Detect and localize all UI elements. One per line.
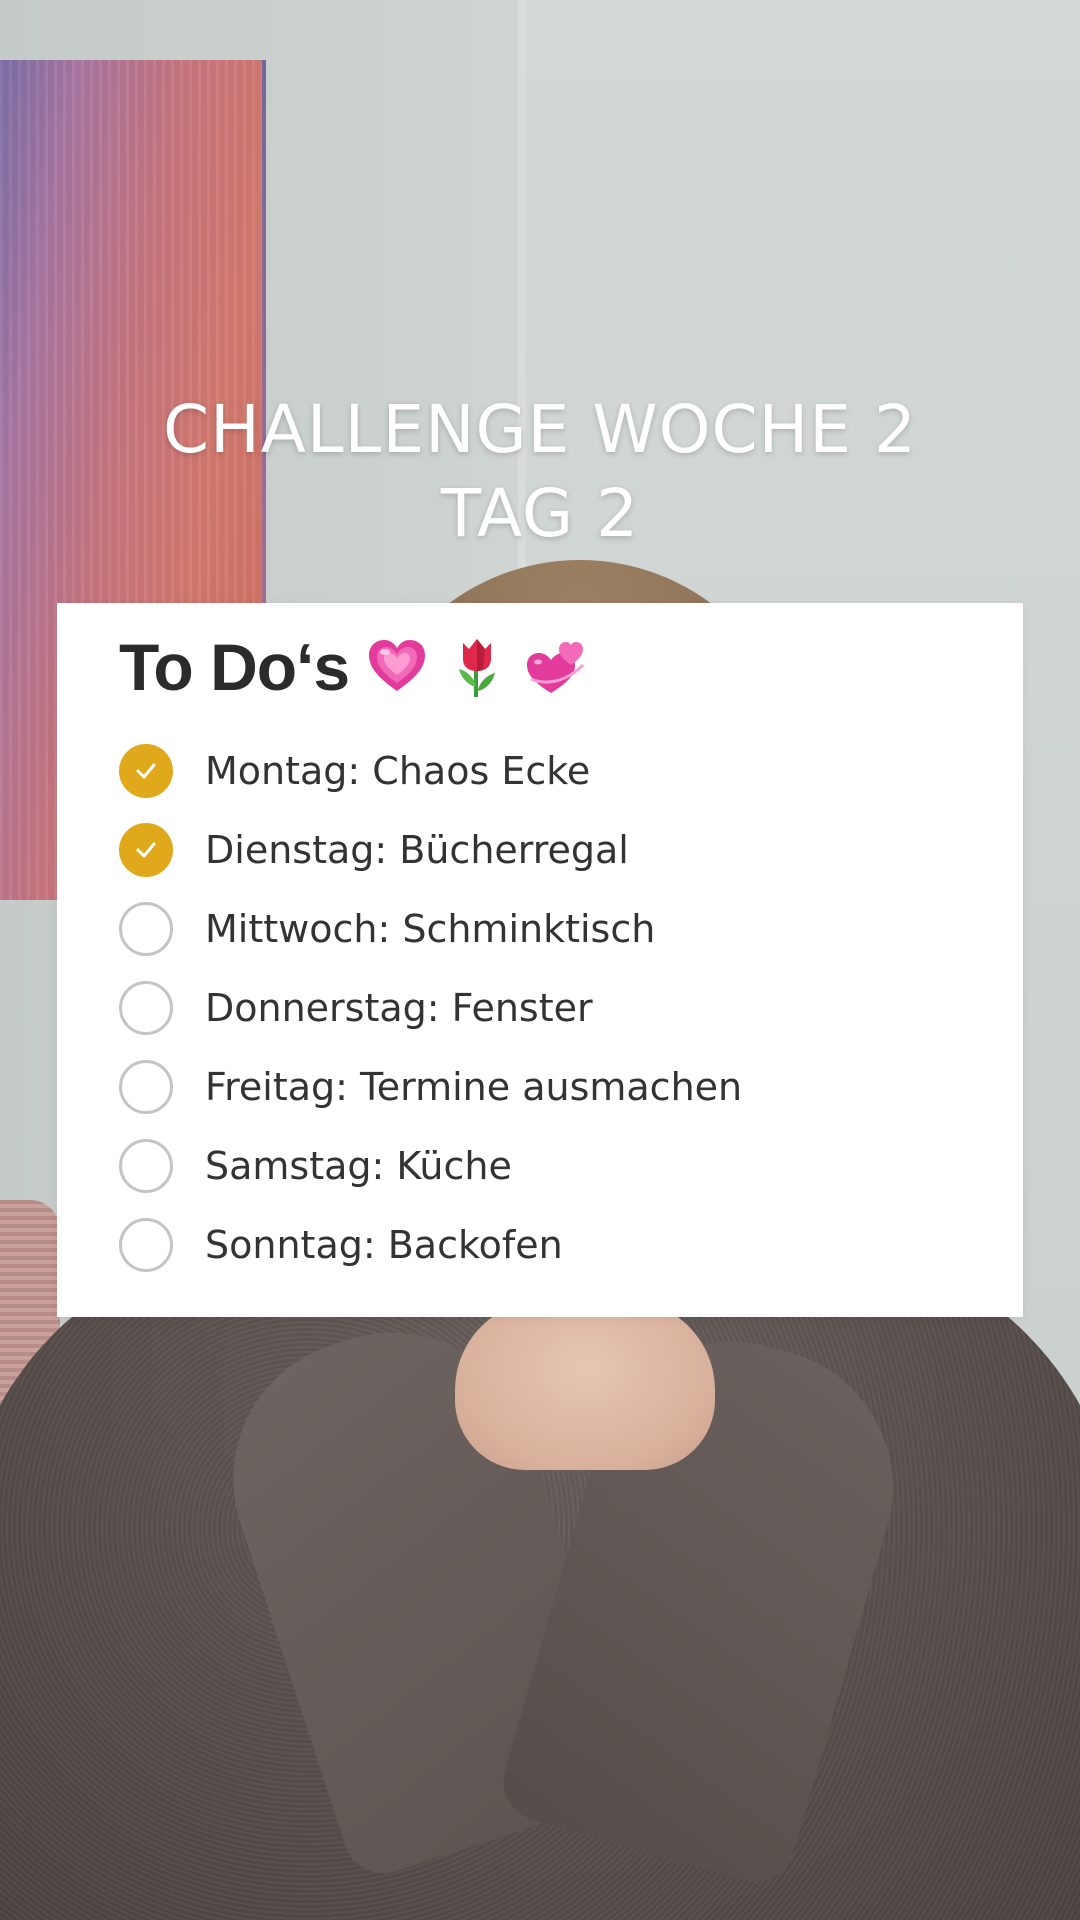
checkbox-unchecked-icon[interactable] <box>119 1059 173 1114</box>
todo-item-dienstag[interactable]: Dienstag: Bücherregal <box>119 810 999 889</box>
todo-item-donnerstag[interactable]: Donnerstag: Fenster <box>119 968 999 1047</box>
todo-card: To Do‘s Montag: Chaos Ecke Dienstag: Büc… <box>57 603 1023 1317</box>
checkbox-unchecked-icon[interactable] <box>119 1138 173 1193</box>
checkbox-unchecked-icon[interactable] <box>119 980 173 1035</box>
todo-label: Donnerstag: Fenster <box>205 985 593 1030</box>
todo-label: Freitag: Termine ausmachen <box>205 1064 743 1109</box>
headline: CHALLENGE WOCHE 2 TAG 2 <box>0 388 1080 556</box>
todo-item-mittwoch[interactable]: Mittwoch: Schminktisch <box>119 889 999 968</box>
todo-list: Montag: Chaos Ecke Dienstag: Bücherregal… <box>119 731 999 1284</box>
growing-heart-icon <box>365 635 429 699</box>
tulip-icon <box>445 635 509 699</box>
checkbox-checked-icon[interactable] <box>119 743 173 798</box>
todo-label: Montag: Chaos Ecke <box>205 748 591 793</box>
person-hands <box>455 1300 715 1470</box>
headline-line-1: CHALLENGE WOCHE 2 <box>163 391 917 468</box>
todo-label: Samstag: Küche <box>205 1143 512 1188</box>
todo-label: Sonntag: Backofen <box>205 1222 563 1267</box>
card-title: To Do‘s <box>119 629 589 705</box>
todo-label: Mittwoch: Schminktisch <box>205 906 656 951</box>
checkbox-unchecked-icon[interactable] <box>119 1217 173 1272</box>
card-title-text: To Do‘s <box>119 630 350 704</box>
checkbox-checked-icon[interactable] <box>119 822 173 877</box>
todo-item-montag[interactable]: Montag: Chaos Ecke <box>119 731 999 810</box>
todo-item-sonntag[interactable]: Sonntag: Backofen <box>119 1205 999 1284</box>
todo-item-samstag[interactable]: Samstag: Küche <box>119 1126 999 1205</box>
todo-label: Dienstag: Bücherregal <box>205 827 629 872</box>
headline-line-2: TAG 2 <box>440 475 640 552</box>
checkbox-unchecked-icon[interactable] <box>119 901 173 956</box>
todo-item-freitag[interactable]: Freitag: Termine ausmachen <box>119 1047 999 1126</box>
revolving-hearts-icon <box>525 635 589 699</box>
